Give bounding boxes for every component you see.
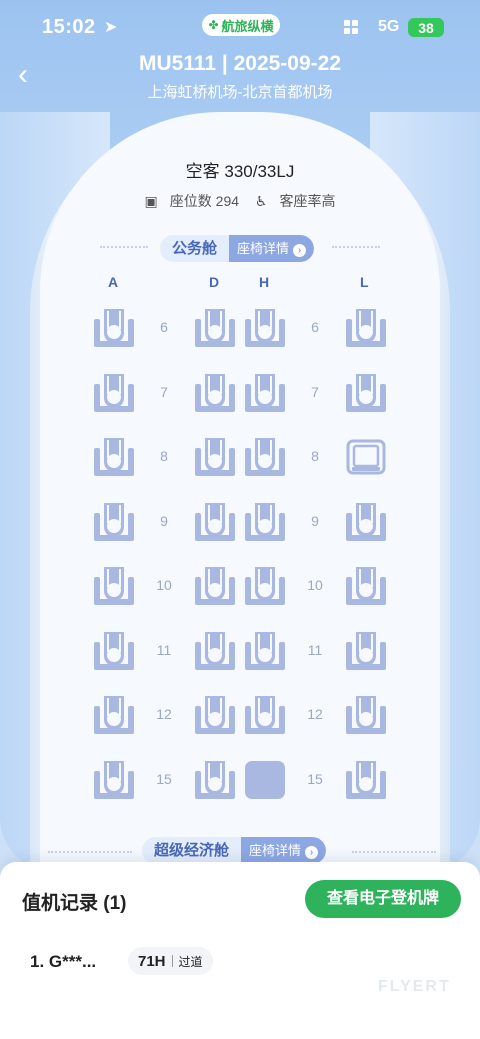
seat-8d[interactable] (192, 434, 238, 480)
row-number-right: 6 (311, 319, 319, 335)
seat-detail-button[interactable]: 座椅详情 › (229, 235, 315, 262)
seat-detail-label: 座椅详情 (237, 241, 290, 256)
row-number-right: 9 (311, 512, 319, 529)
location-arrow-icon: ➤ (104, 19, 118, 36)
row-number-left: 8 (160, 448, 168, 464)
seat-11l[interactable] (343, 628, 389, 674)
seat-detail-label: 座椅详情 (249, 843, 302, 858)
seat-chip[interactable]: 71H 过道 (128, 947, 213, 975)
seat-12l[interactable] (343, 692, 389, 738)
seat-7a[interactable] (91, 370, 137, 416)
seat-position: 过道 (178, 954, 203, 969)
seat-6a[interactable] (91, 305, 137, 351)
seat-8l[interactable] (343, 434, 389, 480)
column-letter-d: D (209, 274, 220, 290)
app-badge-label: 航旅纵横 (221, 18, 274, 34)
seat-icon: ▣ (144, 193, 158, 209)
seat-10l[interactable] (343, 563, 389, 609)
row-number-left: 11 (156, 641, 172, 658)
seat-12d[interactable] (192, 692, 238, 738)
cabin-name: 公务舱 (160, 235, 230, 262)
seat-6d[interactable] (192, 305, 238, 351)
status-bar: 15:02 ➤ ✤ 航旅纵横 5G 38 (0, 0, 480, 56)
chevron-right-icon: › (305, 846, 319, 859)
seat-11h[interactable] (242, 628, 288, 674)
row-number-right: 10 (307, 577, 323, 593)
aircraft-meta: ▣ 座位数 294 ♿ 客座率高 (0, 191, 480, 211)
seat-7h[interactable] (242, 370, 288, 416)
signal-grid-icon (344, 20, 358, 34)
column-letter-h: H (259, 274, 270, 290)
watermark: FLYERT (378, 978, 451, 995)
seat-15a[interactable] (91, 757, 137, 803)
checkin-title: 值机记录 (1) (22, 893, 127, 914)
seat-15l[interactable] (343, 757, 389, 803)
chevron-right-icon: › (293, 244, 307, 257)
seat-count: 座位数 294 (169, 193, 240, 209)
occupancy-label: 客座率高 (279, 193, 336, 209)
app-logo-icon: ✤ (208, 18, 219, 32)
network-type: 5G (378, 18, 400, 35)
seat-12h[interactable] (242, 692, 288, 738)
aircraft-type: 空客 330/33LJ (185, 162, 295, 181)
row-number-left: 9 (160, 512, 168, 529)
battery-indicator: 38 (408, 18, 444, 37)
seat-8a[interactable] (91, 434, 137, 480)
seat-11d[interactable] (192, 628, 238, 674)
flight-route: 上海虹桥机场-北京首都机场 (147, 84, 333, 101)
seat-8h[interactable] (242, 434, 288, 480)
divider (352, 851, 436, 853)
row-number-right: 12 (307, 706, 323, 722)
seat-9a[interactable] (91, 499, 137, 545)
view-boarding-pass-button[interactable]: 查看电子登机牌 (305, 880, 461, 918)
separator (171, 955, 173, 967)
row-number-left: 7 (160, 383, 168, 400)
passenger-seat-icon: ♿ (254, 193, 268, 209)
premium-cabin-pill[interactable]: 超级经济舱 座椅详情 › (142, 837, 327, 864)
seat-6h[interactable] (242, 305, 288, 351)
seat-15h-selected[interactable] (242, 757, 288, 803)
seat-7l[interactable] (343, 370, 389, 416)
app-badge[interactable]: ✤ 航旅纵横 (202, 14, 280, 36)
seat-10a[interactable] (91, 563, 137, 609)
seat-11a[interactable] (91, 628, 137, 674)
passenger-name[interactable]: 1. G***... (30, 952, 96, 972)
row-number-left: 6 (160, 319, 168, 335)
row-number-left: 12 (156, 706, 172, 722)
flight-title: MU5111 | 2025-09-22 (138, 52, 342, 75)
seat-6l[interactable] (343, 305, 389, 351)
column-letter-a: A (108, 274, 119, 290)
divider (100, 246, 148, 248)
divider (48, 851, 132, 853)
seat-9d[interactable] (192, 499, 238, 545)
status-time: 15:02 (42, 16, 96, 38)
divider (332, 246, 380, 248)
seat-12a[interactable] (91, 692, 137, 738)
row-number-left: 10 (156, 577, 172, 593)
row-number-right: 7 (311, 383, 319, 400)
row-number-right: 11 (307, 641, 323, 658)
checkin-sheet: 值机记录 (1) 查看电子登机牌 1. G***... 71H 过道 (0, 862, 480, 1039)
flight-header: ‹ MU5111 | 2025-09-22 上海虹桥机场-北京首都机场 (0, 50, 480, 110)
seat-9h[interactable] (242, 499, 288, 545)
business-cabin-pill[interactable]: 公务舱 座椅详情 › (160, 235, 315, 262)
seat-number: 71H (138, 952, 166, 970)
seat-detail-button[interactable]: 座椅详情 › (241, 837, 327, 864)
cabin-name: 超级经济舱 (142, 837, 242, 864)
row-number-right: 15 (307, 770, 323, 787)
row-number-right: 8 (311, 448, 319, 464)
row-number-left: 15 (156, 770, 172, 787)
seat-9l[interactable] (343, 499, 389, 545)
seat-10d[interactable] (192, 563, 238, 609)
column-letter-l: L (360, 274, 369, 290)
seat-7d[interactable] (192, 370, 238, 416)
seat-10h[interactable] (242, 563, 288, 609)
seat-15d[interactable] (192, 757, 238, 803)
